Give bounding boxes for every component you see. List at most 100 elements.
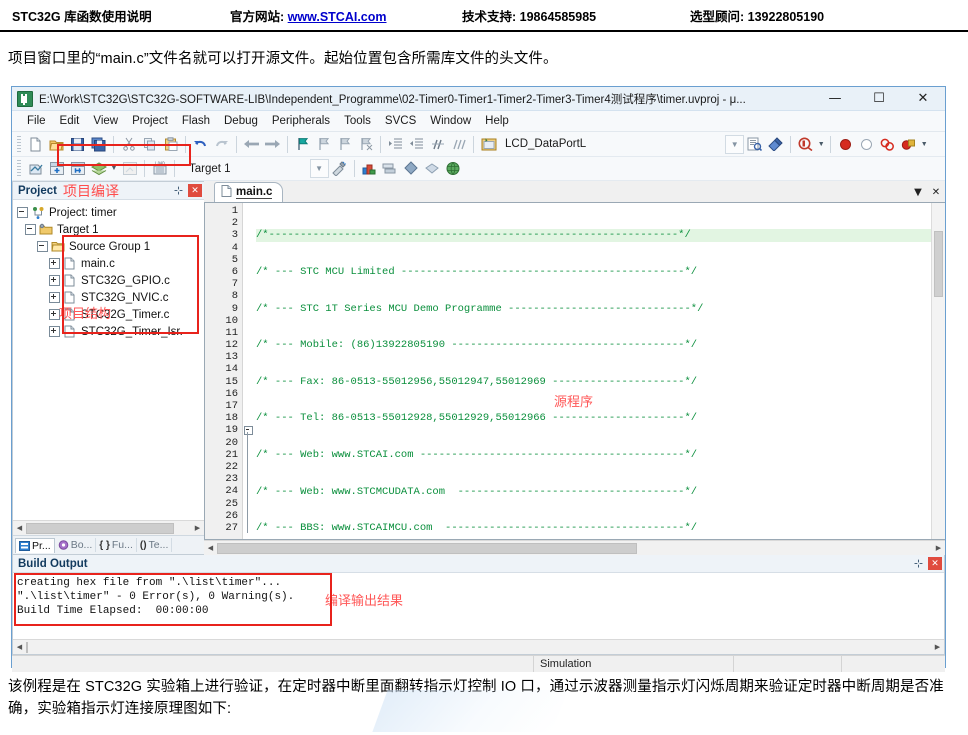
menu-flash[interactable]: Flash	[175, 113, 217, 129]
manage-project-items-icon[interactable]	[329, 159, 350, 179]
paste-icon[interactable]	[160, 134, 181, 154]
copy-icon[interactable]	[139, 134, 160, 154]
tree-node-source-group[interactable]: Source Group 1	[17, 238, 204, 255]
rebuild-all-icon[interactable]	[67, 159, 88, 179]
expander-minus-icon[interactable]	[37, 241, 48, 252]
cut-icon[interactable]	[118, 134, 139, 154]
save-icon[interactable]	[67, 134, 88, 154]
translate-file-icon[interactable]	[25, 159, 46, 179]
books-window-icon[interactable]	[401, 159, 422, 179]
outdent-icon[interactable]	[406, 134, 427, 154]
target-chevron-down-icon[interactable]: ▼	[309, 159, 329, 178]
maximize-icon[interactable]: ☐	[857, 87, 901, 110]
project-panel-close-icon[interactable]: ✕	[188, 184, 202, 197]
menu-file[interactable]: File	[20, 113, 53, 129]
expander-plus-icon[interactable]	[49, 258, 60, 269]
editor-vscrollbar[interactable]	[931, 203, 945, 539]
expander-minus-icon[interactable]	[17, 207, 28, 218]
tab-functions[interactable]: { } Fu...	[96, 538, 137, 552]
new-file-icon[interactable]	[25, 134, 46, 154]
debug-start-icon[interactable]	[795, 134, 816, 154]
menu-window[interactable]: Window	[423, 113, 478, 129]
code-text[interactable]: /*--------------------------------------…	[254, 203, 931, 539]
tab-templates[interactable]: () Te...	[137, 538, 173, 552]
bookmark-next-icon[interactable]	[334, 134, 355, 154]
menu-project[interactable]: Project	[125, 113, 175, 129]
toolbar-grip-icon[interactable]	[17, 135, 21, 153]
comment-icon[interactable]	[427, 134, 448, 154]
code-editor[interactable]: 1 2 3 4 5 6 7 8 9 10 11 12 13 14 15 16 1	[204, 202, 945, 540]
project-tree[interactable]: Project: timer Target 1 Source Group 1 m…	[13, 200, 204, 520]
build-toolbar-grip-icon[interactable]	[17, 160, 21, 177]
uncomment-icon[interactable]	[448, 134, 469, 154]
build-output-body[interactable]: creating hex file from ".\list\timer"...…	[13, 573, 944, 639]
expander-plus-icon[interactable]	[49, 275, 60, 286]
tab-project[interactable]: Pr...	[15, 537, 55, 553]
editor-hscrollbar[interactable]: ◀ ▶	[204, 540, 945, 555]
build-close-icon[interactable]: ✕	[928, 557, 942, 570]
options-for-target-icon[interactable]	[359, 159, 380, 179]
tree-node-main-c[interactable]: main.c	[17, 255, 204, 272]
scroll-right-icon[interactable]: ▶	[191, 522, 204, 534]
tree-node-target[interactable]: Target 1	[17, 221, 204, 238]
expander-plus-icon[interactable]	[49, 326, 60, 337]
menu-peripherals[interactable]: Peripherals	[265, 113, 337, 129]
scroll-left-icon[interactable]: ◀	[13, 522, 26, 534]
expander-minus-icon[interactable]	[25, 224, 36, 235]
open-file-icon[interactable]	[46, 134, 67, 154]
batch-build-dropdown-icon[interactable]: ▼	[109, 159, 119, 179]
stop-build-icon[interactable]	[119, 159, 140, 179]
editor-tab-main-c[interactable]: main.c	[214, 182, 284, 202]
menu-edit[interactable]: Edit	[53, 113, 87, 129]
port-combo[interactable]: ▼	[592, 134, 745, 154]
menu-tools[interactable]: Tools	[337, 113, 378, 129]
bookmark-clear-icon[interactable]	[355, 134, 376, 154]
scroll-left-icon[interactable]: ◀	[204, 542, 217, 554]
target-select[interactable]: ▼	[237, 159, 329, 178]
breakpoint-kill-all-icon[interactable]	[877, 134, 898, 154]
project-hscrollbar[interactable]: ◀ ▶	[13, 520, 204, 535]
breakpoint-insert-icon[interactable]	[835, 134, 856, 154]
close-icon[interactable]: ✕	[901, 87, 945, 110]
menu-help[interactable]: Help	[478, 113, 516, 129]
breakpoint-disable-all-icon[interactable]	[898, 134, 919, 154]
undo-icon[interactable]	[190, 134, 211, 154]
navigate-forward-icon[interactable]	[262, 134, 283, 154]
debug-dropdown-icon[interactable]: ▼	[816, 134, 826, 154]
chevron-down-icon[interactable]: ▼	[725, 134, 745, 154]
fold-minus-icon[interactable]	[244, 426, 253, 435]
tab-books[interactable]: Bo...	[55, 538, 97, 552]
build-target-icon[interactable]	[46, 159, 67, 179]
menu-view[interactable]: View	[86, 113, 125, 129]
tree-node-project[interactable]: Project: timer	[17, 204, 204, 221]
editor-vscroll-thumb[interactable]	[934, 231, 943, 297]
editor-tab-list-icon[interactable]: ▼	[909, 183, 927, 202]
navigate-back-icon[interactable]	[241, 134, 262, 154]
editor-tab-close-icon[interactable]: ✕	[927, 183, 945, 202]
code-folding-column[interactable]	[243, 203, 254, 539]
bookmark-prev-icon[interactable]	[313, 134, 334, 154]
download-to-flash-icon[interactable]: LOAD	[149, 159, 170, 179]
menu-svcs[interactable]: SVCS	[378, 113, 423, 129]
scroll-right-icon[interactable]: ▶	[932, 542, 945, 554]
minimize-icon[interactable]: —	[813, 87, 857, 110]
goto-definition-icon[interactable]	[744, 134, 765, 154]
functions-window-icon[interactable]	[422, 159, 443, 179]
redo-icon[interactable]	[211, 134, 232, 154]
scroll-left-icon[interactable]: ◀	[13, 641, 26, 653]
manage-multi-project-icon[interactable]	[380, 159, 401, 179]
tree-node-stc32g-gpio-c[interactable]: STC32G_GPIO.c	[17, 272, 204, 289]
breakpoint-dropdown-icon[interactable]: ▼	[919, 134, 929, 154]
project-hscroll-thumb[interactable]	[26, 522, 174, 534]
scroll-right-icon[interactable]: ▶	[931, 641, 944, 653]
website-link[interactable]: www.STCAI.com	[288, 10, 387, 24]
pin-icon[interactable]: ⊹	[172, 184, 185, 198]
menu-debug[interactable]: Debug	[217, 113, 265, 129]
breakpoint-disable-icon[interactable]	[856, 134, 877, 154]
open-browser-icon[interactable]	[443, 159, 464, 179]
build-hscrollbar[interactable]: ◀ ▶	[13, 639, 944, 654]
bookmark-toggle-icon[interactable]	[292, 134, 313, 154]
build-pin-icon[interactable]: ⊹	[912, 557, 925, 571]
debug-settings-icon[interactable]	[765, 134, 786, 154]
expander-plus-icon[interactable]	[49, 292, 60, 303]
